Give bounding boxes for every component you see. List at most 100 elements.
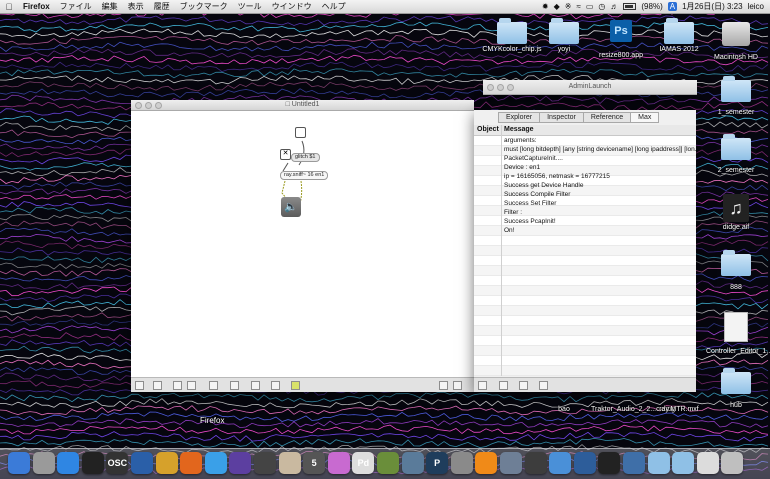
- zoom-icon[interactable]: [507, 84, 514, 91]
- filter-icon[interactable]: [499, 381, 508, 390]
- trash-icon[interactable]: [721, 452, 744, 474]
- info-icon[interactable]: [230, 381, 239, 390]
- column-object[interactable]: Object: [477, 126, 499, 133]
- new-object-icon[interactable]: [209, 381, 218, 390]
- desktop-icon-cmykcolor[interactable]: CMYKcolor_chip.js: [482, 18, 542, 54]
- menu-help[interactable]: ヘルプ: [317, 1, 351, 12]
- tab-max[interactable]: Max: [630, 112, 660, 123]
- documents-folder-icon[interactable]: [672, 452, 695, 474]
- glitch-message-box[interactable]: glitch $1: [291, 153, 320, 162]
- toggle-object[interactable]: ✕: [280, 149, 291, 160]
- menu-history[interactable]: 履歴: [149, 1, 175, 12]
- five-icon[interactable]: 5: [303, 452, 326, 474]
- minimize-icon[interactable]: [497, 84, 504, 91]
- time-machine-icon[interactable]: ◷: [598, 2, 605, 11]
- processing-icon[interactable]: P: [426, 452, 449, 474]
- protools-icon[interactable]: [229, 452, 252, 474]
- gear-icon[interactable]: ✹: [542, 2, 549, 11]
- wifi-icon[interactable]: ≈: [576, 2, 580, 11]
- tab-reference[interactable]: Reference: [582, 112, 632, 123]
- desktop-icon-macintosh-hd[interactable]: Macintosh HD: [706, 22, 766, 62]
- mail-icon[interactable]: [278, 452, 301, 474]
- desktop-icon-didge[interactable]: ♫ didge.aif: [706, 194, 766, 232]
- menu-edit[interactable]: 編集: [97, 1, 123, 12]
- desktop-icon-2-semester[interactable]: 2_semester: [706, 134, 766, 175]
- menu-bookmarks[interactable]: ブックマーク: [175, 1, 233, 12]
- desktop-icon-888[interactable]: 888: [706, 250, 766, 292]
- preview-icon[interactable]: [500, 452, 522, 474]
- input-source-icon[interactable]: A: [667, 2, 678, 11]
- speaker-icon[interactable]: 🔈: [281, 197, 301, 217]
- patcher-canvas[interactable]: ✕ glitch $1 ray.sniff~ 16 en1 🔈: [131, 111, 472, 377]
- apple-menu-icon[interactable]: : [0, 2, 18, 12]
- desktop-icon-1-semester[interactable]: 1_semester: [706, 76, 766, 117]
- sidebar-toggle-icon[interactable]: [453, 381, 462, 390]
- menu-tools[interactable]: ツール: [233, 1, 267, 12]
- terminal-icon[interactable]: [81, 452, 104, 474]
- launchpad-icon[interactable]: [32, 452, 55, 474]
- menu-window[interactable]: ウインドウ: [267, 1, 317, 12]
- clear-icon[interactable]: [478, 381, 487, 390]
- tab-inspector[interactable]: Inspector: [539, 112, 584, 123]
- minimize-icon[interactable]: [145, 102, 152, 109]
- desktop-icon-hub[interactable]: hub: [706, 368, 766, 410]
- downloads-folder-icon[interactable]: [647, 452, 670, 474]
- itunes-icon[interactable]: [327, 452, 350, 474]
- number-box[interactable]: [295, 127, 306, 138]
- twitter-icon[interactable]: [204, 452, 227, 474]
- info-icon[interactable]: [519, 381, 528, 390]
- console-window[interactable]: Explorer Inspector Reference Max Object …: [474, 110, 696, 392]
- menu-app-firefox[interactable]: Firefox: [18, 2, 55, 11]
- desktop-icon-controller-editor[interactable]: Controller_Editor_1...c.dmg: [706, 312, 770, 356]
- link-icon[interactable]: [251, 381, 260, 390]
- tab-explorer[interactable]: Explorer: [498, 112, 541, 123]
- adminlaunch-titlebar[interactable]: AdminLaunch: [483, 80, 697, 91]
- puredata-icon[interactable]: Pd: [352, 452, 375, 474]
- menu-clock[interactable]: 1月26日(日) 3:23: [682, 1, 742, 12]
- presentation-icon[interactable]: [153, 381, 162, 390]
- osculator-icon[interactable]: OSC: [106, 452, 129, 474]
- thunderbird-icon[interactable]: [131, 452, 153, 474]
- recorder-icon[interactable]: [598, 452, 621, 474]
- pen-icon[interactable]: [377, 452, 399, 474]
- appstore-icon[interactable]: [57, 452, 80, 474]
- column-message[interactable]: Message: [504, 126, 534, 133]
- bluetooth-icon[interactable]: ※: [565, 2, 572, 11]
- close-icon[interactable]: [487, 84, 494, 91]
- finder-icon[interactable]: [8, 452, 30, 474]
- desktop-icon-iamas[interactable]: IAMAS 2012: [649, 18, 709, 54]
- options-icon[interactable]: [539, 381, 548, 390]
- chrome-icon[interactable]: [155, 452, 178, 474]
- dropbox-icon[interactable]: ◆: [554, 2, 560, 11]
- adminlaunch-window[interactable]: AdminLaunch: [483, 80, 697, 95]
- virtualbox-icon[interactable]: [573, 452, 596, 474]
- clip-icon[interactable]: [291, 381, 300, 390]
- text-editor-icon[interactable]: [450, 452, 473, 474]
- vlc-icon[interactable]: [475, 452, 498, 474]
- lock-icon[interactable]: [135, 381, 144, 390]
- console-list[interactable]: arguments: must [long bitdepth] [any [str…: [474, 136, 696, 376]
- desktop-icon-resize800[interactable]: Ps resize800.app: [591, 20, 651, 60]
- table-icon[interactable]: [271, 381, 280, 390]
- menu-view[interactable]: 表示: [123, 1, 149, 12]
- close-icon[interactable]: [135, 102, 142, 109]
- battery-icon[interactable]: [623, 3, 637, 10]
- stack-icon[interactable]: [696, 452, 719, 474]
- display-icon[interactable]: ▭: [586, 2, 594, 11]
- firefox-icon[interactable]: [180, 452, 203, 474]
- split-view-icon[interactable]: [439, 381, 448, 390]
- menu-file[interactable]: ファイル: [55, 1, 97, 12]
- user-name[interactable]: leico: [748, 2, 764, 11]
- safari-icon[interactable]: [549, 452, 572, 474]
- network-icon[interactable]: [401, 452, 424, 474]
- patcher-window[interactable]: □ Untitled1 ✕ glitch $1 ray.sniff~ 16 en…: [131, 100, 474, 392]
- globe-icon[interactable]: [623, 452, 645, 474]
- desktop-icon-yoyi[interactable]: yoyi: [534, 18, 594, 54]
- patcher-titlebar[interactable]: □ Untitled1: [131, 100, 474, 111]
- volume-icon[interactable]: ♬: [610, 2, 618, 11]
- grid-icon[interactable]: [173, 381, 182, 390]
- snap-icon[interactable]: [187, 381, 196, 390]
- zoom-icon[interactable]: [155, 102, 162, 109]
- ray-sniff-object[interactable]: ray.sniff~ 16 en1: [280, 171, 329, 180]
- max-icon[interactable]: [254, 452, 276, 474]
